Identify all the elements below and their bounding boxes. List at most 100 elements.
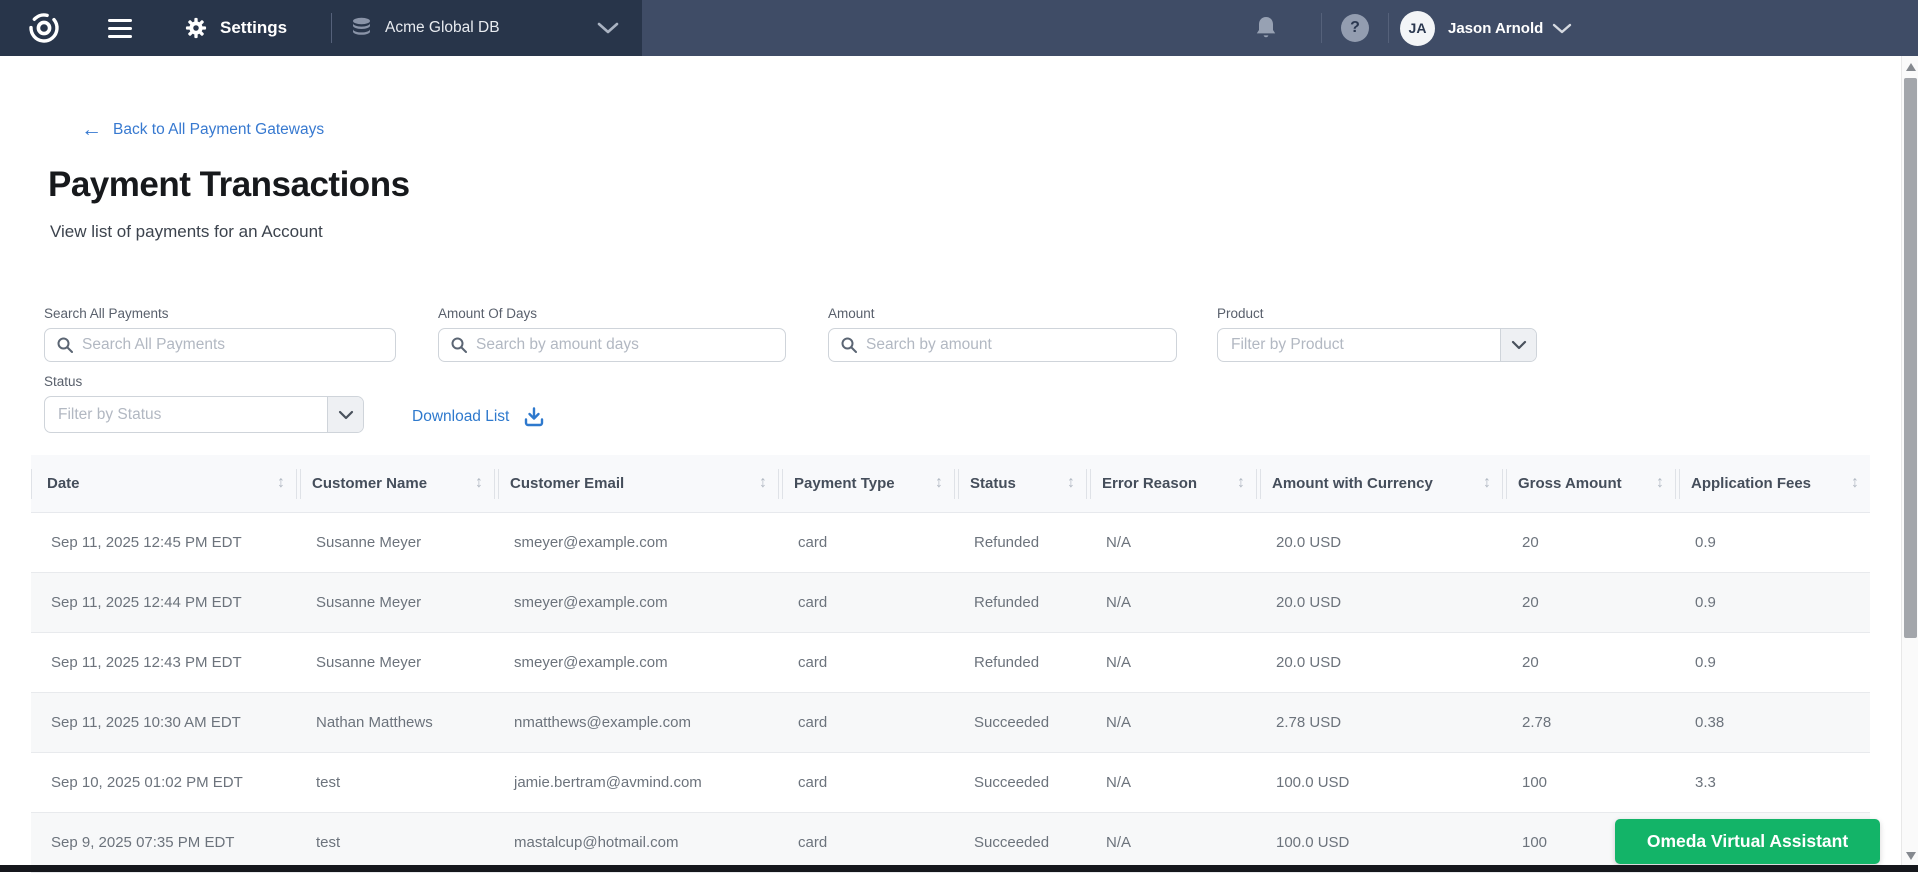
database-icon	[351, 17, 372, 39]
cell-date: Sep 11, 2025 12:43 PM EDT	[31, 632, 296, 692]
search-icon	[57, 337, 73, 353]
table-row[interactable]: Sep 10, 2025 01:02 PM EDTtestjamie.bertr…	[31, 752, 1870, 812]
chevron-down-icon	[597, 22, 619, 34]
column-header-label: Error Reason	[1102, 475, 1197, 492]
column-header-label: Date	[47, 475, 80, 492]
page-subtitle: View list of payments for an Account	[50, 222, 323, 242]
column-separator	[31, 469, 32, 499]
sort-icon[interactable]: ↕	[277, 474, 285, 492]
cell-customer-name: Susanne Meyer	[296, 512, 494, 572]
download-list-link[interactable]: Download List	[412, 402, 545, 432]
cell-status: Refunded	[954, 512, 1086, 572]
cell-error-reason: N/A	[1086, 752, 1256, 812]
cell-application-fees: 3.3	[1675, 752, 1870, 812]
amount-input[interactable]	[866, 336, 1164, 354]
app-logo[interactable]	[26, 0, 62, 56]
cell-gross-amount: 20	[1502, 632, 1675, 692]
gear-icon	[185, 17, 207, 39]
sort-icon[interactable]: ↕	[759, 474, 767, 492]
cell-amount-with-currency: 2.78 USD	[1256, 692, 1502, 752]
cell-customer-email: jamie.bertram@avmind.com	[494, 752, 778, 812]
cell-customer-email: smeyer@example.com	[494, 632, 778, 692]
cell-amount-with-currency: 20.0 USD	[1256, 572, 1502, 632]
table-row[interactable]: Sep 11, 2025 12:44 PM EDTSusanne Meyersm…	[31, 572, 1870, 632]
cell-amount-with-currency: 100.0 USD	[1256, 812, 1502, 872]
user-menu-toggle[interactable]	[1552, 0, 1572, 56]
status-select-value: Filter by Status	[45, 406, 327, 424]
back-link[interactable]: ← Back to All Payment Gateways	[81, 121, 324, 139]
cell-application-fees: 0.9	[1675, 512, 1870, 572]
scroll-up-arrow-icon[interactable]	[1906, 63, 1916, 71]
column-header-error-reason[interactable]: Error Reason ↕	[1086, 455, 1256, 512]
notifications-button[interactable]	[1254, 0, 1278, 56]
cell-payment-type: card	[778, 752, 954, 812]
column-header-customer-name[interactable]: Customer Name ↕	[296, 455, 494, 512]
table-row[interactable]: Sep 11, 2025 10:30 AM EDTNathan Matthews…	[31, 692, 1870, 752]
virtual-assistant-button[interactable]: Omeda Virtual Assistant	[1615, 819, 1880, 864]
column-header-status[interactable]: Status ↕	[954, 455, 1086, 512]
user-menu[interactable]: JA Jason Arnold	[1400, 0, 1543, 56]
amount-label: Amount	[828, 306, 875, 321]
search-all-label: Search All Payments	[44, 306, 169, 321]
sort-icon[interactable]: ↕	[1067, 474, 1075, 492]
table-row[interactable]: Sep 11, 2025 12:45 PM EDTSusanne Meyersm…	[31, 512, 1870, 572]
product-select-chevron[interactable]	[1500, 329, 1536, 361]
cell-amount-with-currency: 20.0 USD	[1256, 632, 1502, 692]
cell-gross-amount: 2.78	[1502, 692, 1675, 752]
search-all-input[interactable]	[82, 336, 383, 354]
cell-status: Succeeded	[954, 752, 1086, 812]
column-header-payment-type[interactable]: Payment Type↕	[778, 455, 954, 512]
chevron-down-icon	[338, 410, 354, 420]
sort-icon[interactable]: ↕	[1237, 474, 1245, 492]
cell-amount-with-currency: 100.0 USD	[1256, 752, 1502, 812]
sort-icon[interactable]: ↕	[1483, 474, 1491, 492]
table-row[interactable]: Sep 11, 2025 12:43 PM EDTSusanne Meyersm…	[31, 632, 1870, 692]
cell-customer-email: smeyer@example.com	[494, 572, 778, 632]
nav-settings[interactable]: Settings	[185, 0, 287, 56]
user-name: Jason Arnold	[1448, 20, 1543, 37]
scrollbar-thumb[interactable]	[1904, 78, 1917, 638]
download-list-label: Download List	[412, 408, 509, 426]
cell-status: Succeeded	[954, 692, 1086, 752]
sort-icon[interactable]: ↕	[1851, 474, 1859, 492]
amount-field	[828, 328, 1177, 362]
cell-payment-type: card	[778, 632, 954, 692]
hamburger-menu-button[interactable]	[108, 0, 132, 56]
database-dropdown-toggle[interactable]	[597, 0, 619, 56]
database-selector[interactable]: Acme Global DB	[351, 0, 500, 56]
sort-icon[interactable]: ↕	[475, 474, 483, 492]
cell-error-reason: N/A	[1086, 572, 1256, 632]
vertical-scrollbar[interactable]	[1901, 56, 1918, 872]
page-title: Payment Transactions	[48, 165, 410, 205]
column-header-label: Status	[970, 475, 1016, 492]
cell-customer-name: Susanne Meyer	[296, 572, 494, 632]
status-select[interactable]: Filter by Status	[44, 396, 364, 433]
amount-of-days-input[interactable]	[476, 336, 773, 354]
chevron-down-icon	[1552, 23, 1572, 34]
cell-amount-with-currency: 20.0 USD	[1256, 512, 1502, 572]
help-button[interactable]: ?	[1341, 0, 1369, 56]
column-header-customer-email[interactable]: Customer Email↕	[494, 455, 778, 512]
navbar-dark-section	[0, 0, 642, 56]
scroll-down-arrow-icon[interactable]	[1906, 852, 1916, 860]
cell-customer-name: Susanne Meyer	[296, 632, 494, 692]
column-header-application-fees[interactable]: Application Fees ↕	[1675, 455, 1870, 512]
cell-status: Succeeded	[954, 812, 1086, 872]
cell-date: Sep 11, 2025 10:30 AM EDT	[31, 692, 296, 752]
product-select[interactable]: Filter by Product	[1217, 328, 1537, 362]
status-select-chevron[interactable]	[327, 397, 363, 432]
cell-application-fees: 0.38	[1675, 692, 1870, 752]
column-header-label: Gross Amount	[1518, 475, 1622, 492]
column-header-label: Customer Name	[312, 475, 427, 492]
sort-icon[interactable]: ↕	[935, 474, 943, 492]
table-row[interactable]: Sep 9, 2025 07:35 PM EDTtestmastalcup@ho…	[31, 812, 1870, 872]
column-separator	[954, 469, 959, 499]
cell-customer-name: test	[296, 752, 494, 812]
column-header-gross-amount[interactable]: Gross Amount ↕	[1502, 455, 1675, 512]
cell-payment-type: card	[778, 812, 954, 872]
cell-payment-type: card	[778, 512, 954, 572]
column-header-date[interactable]: Date ↕	[31, 455, 296, 512]
column-header-amount-with-currency[interactable]: Amount with Currency↕	[1256, 455, 1502, 512]
sort-icon[interactable]: ↕	[1656, 474, 1664, 492]
column-header-label: Application Fees	[1691, 475, 1811, 492]
